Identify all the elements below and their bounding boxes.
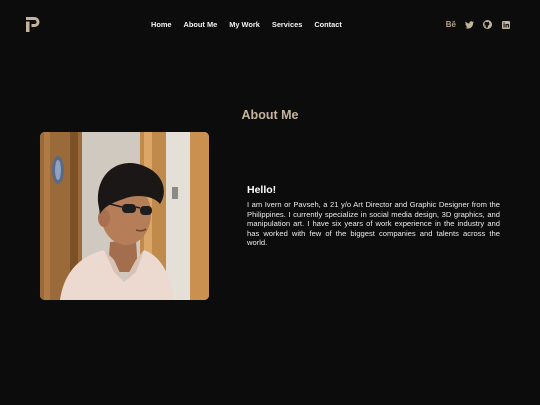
page: Home About Me My Work Services Contact B… (0, 0, 540, 405)
social-links: Bē (446, 20, 510, 29)
bio-block: Hello! I am Ivern or Pavseh, a 21 y/o Ar… (247, 184, 500, 248)
linkedin-icon[interactable] (501, 20, 510, 29)
portrait-photo (40, 132, 209, 300)
p-logo-icon[interactable] (26, 17, 40, 32)
bio-paragraph: I am Ivern or Pavseh, a 21 y/o Art Direc… (247, 200, 500, 248)
twitter-icon[interactable] (465, 20, 474, 29)
nav-contact[interactable]: Contact (314, 20, 342, 30)
nav-home[interactable]: Home (151, 20, 172, 30)
nav-services[interactable]: Services (272, 20, 302, 30)
nav-about-me[interactable]: About Me (184, 20, 218, 30)
github-icon[interactable] (483, 20, 492, 29)
bio-greeting: Hello! (247, 184, 277, 196)
main-nav: Home About Me My Work Services Contact (151, 20, 342, 30)
nav-my-work[interactable]: My Work (229, 20, 260, 30)
behance-icon[interactable]: Bē (446, 20, 456, 29)
section-title: About Me (241, 108, 299, 122)
